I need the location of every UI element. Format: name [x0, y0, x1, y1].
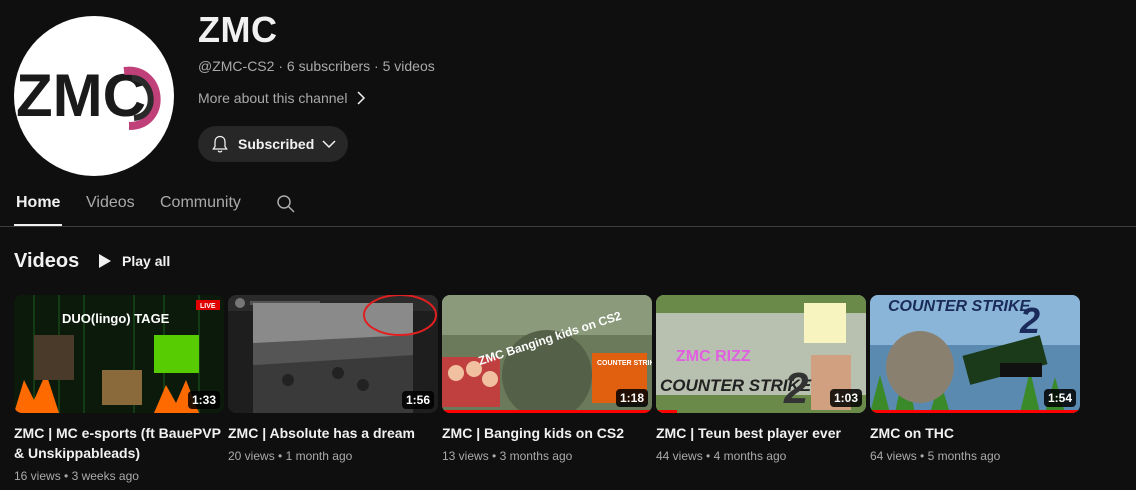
video-meta: 44 views • 4 months ago	[656, 449, 787, 463]
channel-tabs: Home Videos Community	[0, 184, 1136, 227]
channel-avatar[interactable]: ZMC	[14, 16, 174, 176]
upload-age: 3 months ago	[499, 449, 573, 463]
tab-home[interactable]: Home	[16, 194, 60, 212]
channel-meta: @ZMC-CS2 · 6 subscribers · 5 videos	[198, 58, 435, 74]
video-thumbnail[interactable]: COUNTER STRIKE 2 1:54	[870, 295, 1080, 413]
video-card[interactable]: 1:56 ZMC | Absolute has a dream 20 views…	[228, 295, 438, 463]
subscribed-label: Subscribed	[238, 136, 315, 152]
video-card[interactable]: LIVE DUO(lingo) TAGE 1:33 ZMC | MC e-spo…	[14, 295, 224, 483]
upload-age: 5 months ago	[927, 449, 1001, 463]
upload-age: 1 month ago	[285, 449, 353, 463]
video-title[interactable]: ZMC on THC	[870, 423, 1080, 443]
chevron-down-icon	[322, 140, 336, 149]
thumbnail-text: COUNTER STRIKE	[888, 298, 1032, 315]
video-meta: 13 views • 3 months ago	[442, 449, 573, 463]
svg-text:COUNTER STRIKE: COUNTER STRIKE	[597, 360, 652, 367]
video-meta: 64 views • 5 months ago	[870, 449, 1001, 463]
view-count: 13 views	[442, 449, 489, 463]
video-title[interactable]: ZMC | Absolute has a dream	[228, 423, 438, 443]
video-thumbnail[interactable]: COUNTER STRIKE ZMC Banging kids on CS2 1…	[442, 295, 652, 413]
video-meta: 16 views • 3 weeks ago	[14, 469, 139, 483]
subscribed-button[interactable]: Subscribed	[198, 126, 348, 162]
more-about-label: More about this channel	[198, 90, 348, 106]
upload-age: 4 months ago	[713, 449, 787, 463]
subscriber-count: 6 subscribers	[286, 58, 371, 74]
view-count: 64 views	[870, 449, 917, 463]
video-count: 5 videos	[382, 58, 435, 74]
svg-text:2: 2	[1019, 300, 1040, 341]
channel-handle: @ZMC-CS2	[198, 58, 275, 74]
search-icon[interactable]	[276, 194, 296, 219]
video-duration: 1:56	[401, 391, 434, 409]
thumbnail-text: DUO(lingo) TAGE	[62, 311, 170, 326]
play-all-label: Play all	[122, 253, 171, 269]
live-badge: LIVE	[200, 303, 216, 310]
view-count: 16 views	[14, 469, 61, 483]
chevron-right-icon	[357, 91, 366, 105]
play-icon	[99, 254, 111, 268]
meta-separator: ·	[374, 58, 379, 74]
watch-progress-bar	[656, 410, 677, 413]
video-card[interactable]: COUNTER STRIKE ZMC Banging kids on CS2 1…	[442, 295, 652, 463]
view-count: 20 views	[228, 449, 275, 463]
video-card[interactable]: COUNTER STRIKE 2 1:54 ZMC on THC 64 view…	[870, 295, 1080, 463]
thumbnail-text: ZMC RIZZ	[676, 348, 751, 365]
video-card[interactable]: ZMC RIZZ COUNTER STRIKE 2 1:03 ZMC | Teu…	[656, 295, 866, 463]
bell-icon	[212, 135, 228, 153]
video-thumbnail[interactable]: ZMC RIZZ COUNTER STRIKE 2 1:03	[656, 295, 866, 413]
video-duration: 1:33	[187, 391, 220, 409]
meta-separator: ·	[278, 58, 283, 74]
channel-name: ZMC	[198, 9, 278, 50]
video-title[interactable]: ZMC | MC e-sports (ft BauePVP & Unskippa…	[14, 423, 224, 463]
view-count: 44 views	[656, 449, 703, 463]
play-all-button[interactable]: Play all	[98, 250, 170, 272]
active-tab-indicator	[14, 224, 62, 226]
tab-community[interactable]: Community	[160, 194, 241, 212]
watch-progress-bar	[870, 410, 1080, 413]
svg-text:2: 2	[783, 364, 809, 413]
video-meta: 20 views • 1 month ago	[228, 449, 353, 463]
video-thumbnail[interactable]: LIVE DUO(lingo) TAGE 1:33	[14, 295, 224, 413]
video-duration: 1:54	[1043, 389, 1076, 407]
tab-videos[interactable]: Videos	[86, 194, 135, 212]
video-thumbnail[interactable]: 1:56	[228, 295, 438, 413]
video-title[interactable]: ZMC | Banging kids on CS2	[442, 423, 652, 443]
watch-progress-bar	[442, 410, 652, 413]
video-title[interactable]: ZMC | Teun best player ever	[656, 423, 866, 443]
section-title: Videos	[14, 250, 80, 272]
more-about-channel-link[interactable]: More about this channel	[198, 90, 367, 106]
upload-age: 3 weeks ago	[71, 469, 139, 483]
video-duration: 1:03	[829, 389, 862, 407]
video-duration: 1:18	[615, 389, 648, 407]
